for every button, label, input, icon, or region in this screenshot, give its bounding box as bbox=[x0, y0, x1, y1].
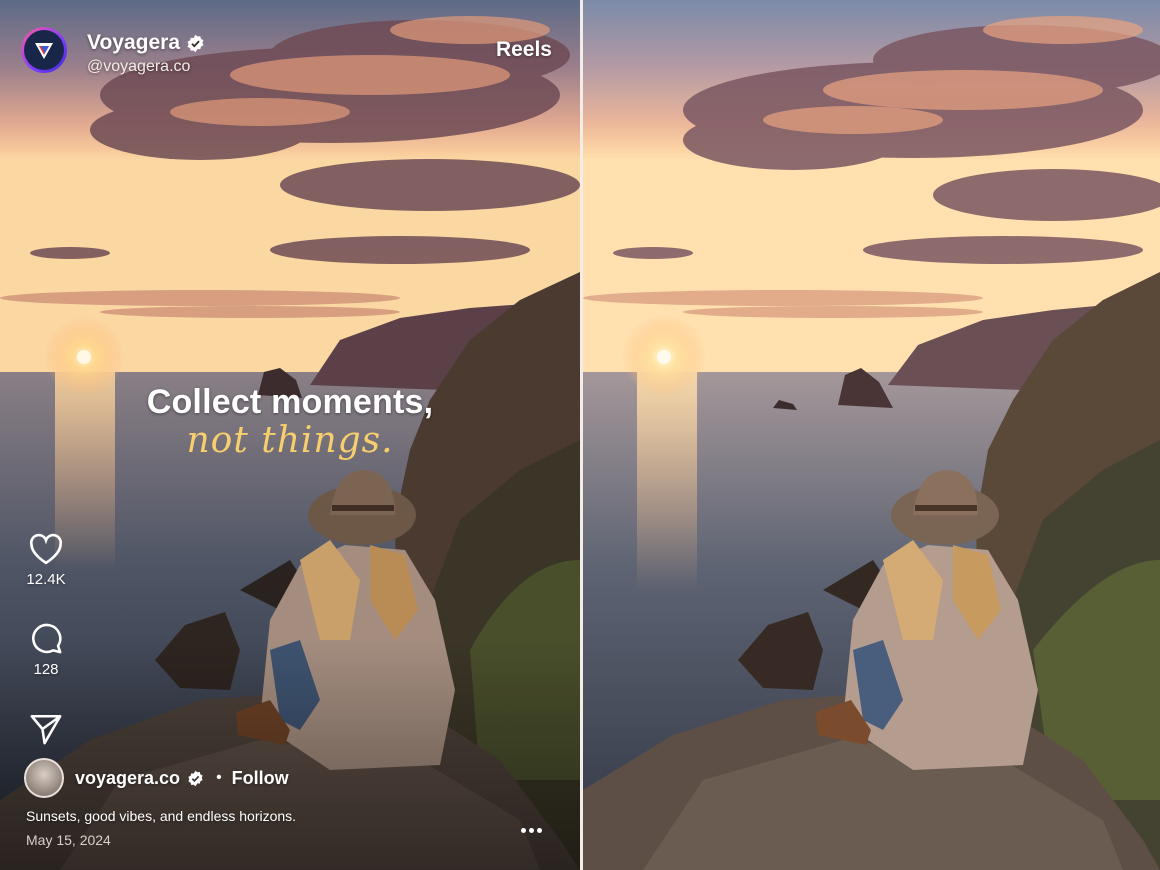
comment-icon bbox=[32, 623, 62, 654]
profile-name[interactable]: voyagera.co bbox=[75, 768, 180, 789]
send-icon bbox=[30, 714, 62, 745]
headline-script: not things. bbox=[186, 420, 394, 461]
sunset-coast-photo-clean bbox=[583, 0, 1160, 870]
verified-icon bbox=[186, 34, 205, 53]
verified-icon bbox=[187, 770, 204, 787]
comment-button[interactable]: 128 bbox=[22, 621, 70, 678]
brand-handle: @voyagera.co bbox=[87, 58, 191, 75]
follow-button[interactable]: Follow bbox=[232, 768, 289, 789]
reel-post-panel: Voyagera @voyagera.co Reels Collect mome… bbox=[0, 0, 580, 870]
brand-logo-icon[interactable] bbox=[21, 27, 67, 73]
brand-name[interactable]: Voyagera bbox=[87, 31, 205, 55]
avatar[interactable] bbox=[24, 758, 64, 798]
profile-row: voyagera.co • Follow bbox=[24, 758, 289, 798]
brand-name-label: Voyagera bbox=[87, 31, 180, 54]
reels-tab[interactable]: Reels bbox=[496, 38, 552, 62]
post-date: May 15, 2024 bbox=[26, 832, 111, 848]
comment-count: 128 bbox=[33, 661, 59, 678]
like-button[interactable]: 12.4K bbox=[22, 533, 70, 588]
heart-icon bbox=[29, 533, 63, 565]
original-photo-panel bbox=[583, 0, 1160, 870]
headline-main: Collect moments, bbox=[146, 383, 434, 421]
share-button[interactable] bbox=[22, 713, 70, 745]
separator-dot: • bbox=[216, 769, 222, 786]
post-caption: Sunsets, good vibes, and endless horizon… bbox=[26, 808, 297, 824]
like-count: 12.4K bbox=[26, 571, 66, 588]
more-icon[interactable] bbox=[521, 828, 542, 833]
headline: Collect moments, not things. bbox=[0, 383, 580, 461]
